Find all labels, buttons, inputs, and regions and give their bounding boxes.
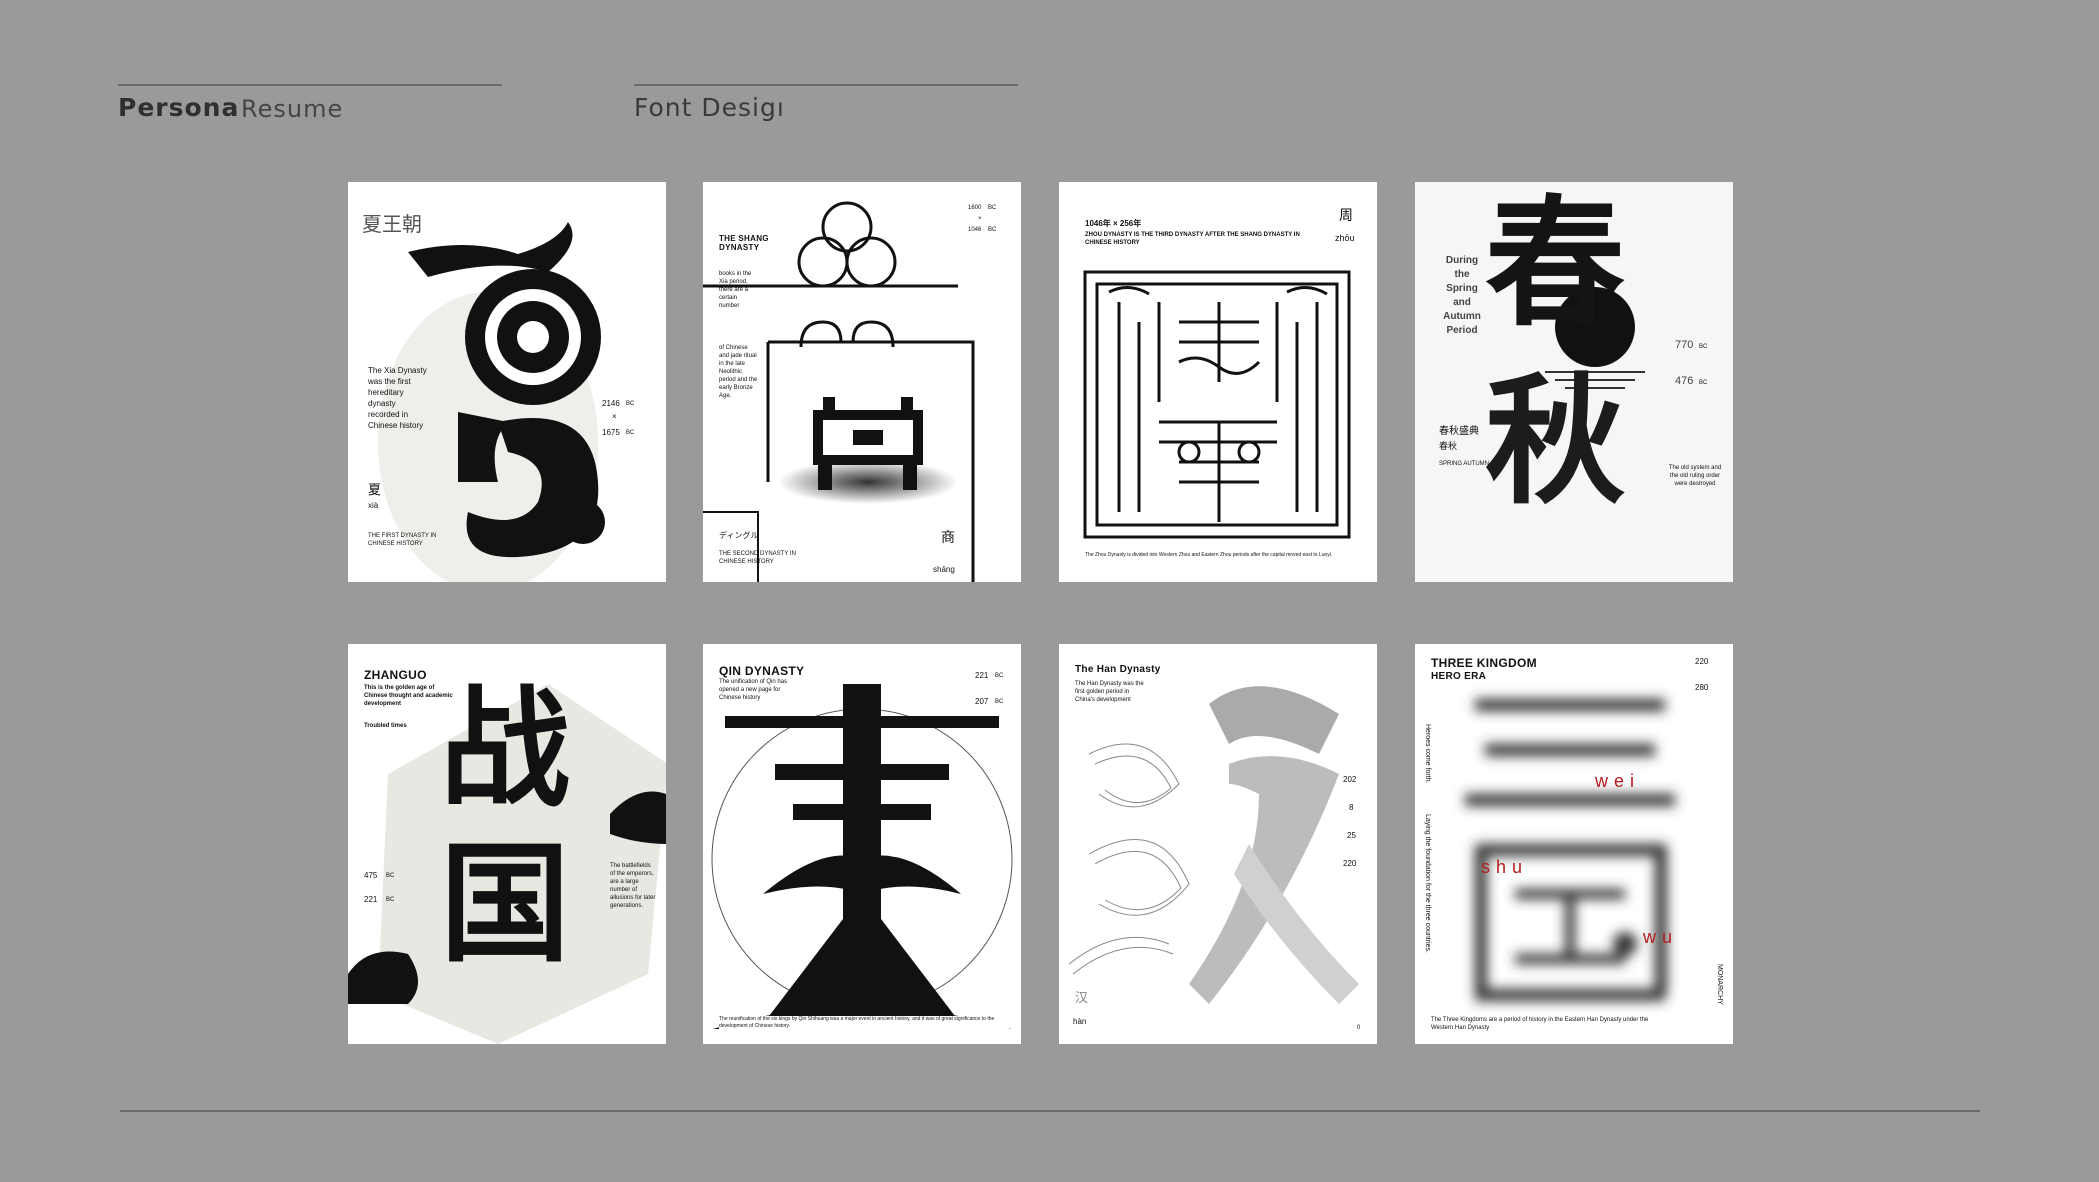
chunqiu-year-unit-2: BC <box>1699 380 1708 386</box>
han-year-3: 25 <box>1347 831 1356 840</box>
sanguo-wei: wei <box>1595 771 1641 791</box>
sanguo-footer: The Three Kingdoms are a period of histo… <box>1431 1017 1649 1031</box>
chunqiu-year-unit-1: BC <box>1699 344 1708 350</box>
poster-han[interactable]: The Han Dynasty The Han Dynasty was the … <box>1059 644 1377 1044</box>
han-name-cn: 汉 <box>1075 990 1089 1005</box>
chunqiu-glyph-bottom: 秋 <box>1485 360 1626 524</box>
xia-year-unit-2: BC <box>626 430 635 436</box>
han-year-4: 220 <box>1343 859 1357 868</box>
poster-zhanguo[interactable]: ZHANGUO This is the golden age of Chines… <box>348 644 666 1044</box>
shang-name-cn: 商 <box>941 529 955 545</box>
poster-xia[interactable]: 夏王朝 The Xia Dynasty was the first heredi… <box>348 182 666 582</box>
han-page: 0 <box>1357 1025 1361 1031</box>
sanguo-shu: shu <box>1481 857 1529 877</box>
shang-jp: ディングル <box>719 531 759 540</box>
chunqiu-years-start: 770 <box>1675 339 1694 351</box>
chunqiu-name-cn: 春秋 <box>1439 441 1458 451</box>
sanguo-side-mid: Laying the foundation for the three coun… <box>1424 814 1431 953</box>
chunqiu-title: During the Spring and Autumn Period <box>1443 255 1481 336</box>
poster-zhou[interactable]: 1046年 × 256年 ZHOU DYNASTY IS THE THIRD D… <box>1059 182 1377 582</box>
han-year-2: 8 <box>1349 803 1354 812</box>
chunqiu-seal: 春秋盛典 <box>1439 426 1479 437</box>
han-name-pinyin: hàn <box>1073 1017 1087 1026</box>
chunqiu-years-end: 476 <box>1675 375 1694 387</box>
sanguo-side-left: Heroes come forth. <box>1424 724 1431 784</box>
xia-name-pinyin: xià <box>368 501 379 510</box>
nav-font-design[interactable]: Font Desigı <box>634 93 785 122</box>
poster-qin[interactable]: QIN DYNASTY The unification of Qin has o… <box>703 644 1021 1044</box>
header-rule-right <box>634 84 1018 86</box>
sanguo-wu: wu <box>1643 927 1679 947</box>
qin-art <box>711 684 1013 1029</box>
shang-footer: THE SECOND DYNASTY IN CHINESE HISTORY <box>719 551 796 565</box>
header-rule-left <box>118 84 502 86</box>
zhanguo-rocks <box>348 791 666 1004</box>
xia-name-cn: 夏 <box>368 482 382 497</box>
nav-persona[interactable]: Persona <box>118 93 239 122</box>
sanguo-side-right: MONARCHY <box>1716 964 1723 1005</box>
xia-years-sep: × <box>612 412 617 421</box>
footer-rule <box>120 1110 1980 1112</box>
han-year-1: 202 <box>1343 775 1357 784</box>
xia-years-end: 1675 <box>602 428 620 437</box>
zhou-glyph-art <box>1083 270 1351 539</box>
xia-footer: THE FIRST DYNASTY IN CHINESE HISTORY <box>368 533 437 547</box>
xia-years-start: 2146 <box>602 399 620 408</box>
sanguo-art <box>1465 699 1675 1001</box>
poster-sanguo[interactable]: THREE KINGDOM HERO ERA 220 280 wei shu w… <box>1415 644 1733 1044</box>
xia-year-unit-1: BC <box>626 401 635 407</box>
poster-shang[interactable]: THE SHANG DYNASTY 1600 BC × 1046 BC book… <box>703 182 1021 582</box>
han-art <box>1068 686 1359 1004</box>
nav-resume[interactable]: Resume <box>241 95 343 123</box>
zhou-footer: The Zhou Dynasty is divided into Western… <box>1085 552 1333 558</box>
chunqiu-side: The old system and the old ruling order … <box>1668 465 1722 487</box>
shang-name-pinyin: shāng <box>933 565 955 574</box>
chunqiu-name-en: SPRING AUTUMN <box>1439 461 1490 467</box>
qin-footer: The reunification of the six kings by Qi… <box>719 1016 1009 1030</box>
shang-glyph-art <box>703 201 975 582</box>
poster-chunqiu[interactable]: 春 秋 During the Spring and Autumn Period … <box>1415 182 1733 582</box>
chunqiu-glyph-top: 春 <box>1485 182 1626 346</box>
xia-body: The Xia Dynasty was the first hereditary… <box>368 366 427 430</box>
